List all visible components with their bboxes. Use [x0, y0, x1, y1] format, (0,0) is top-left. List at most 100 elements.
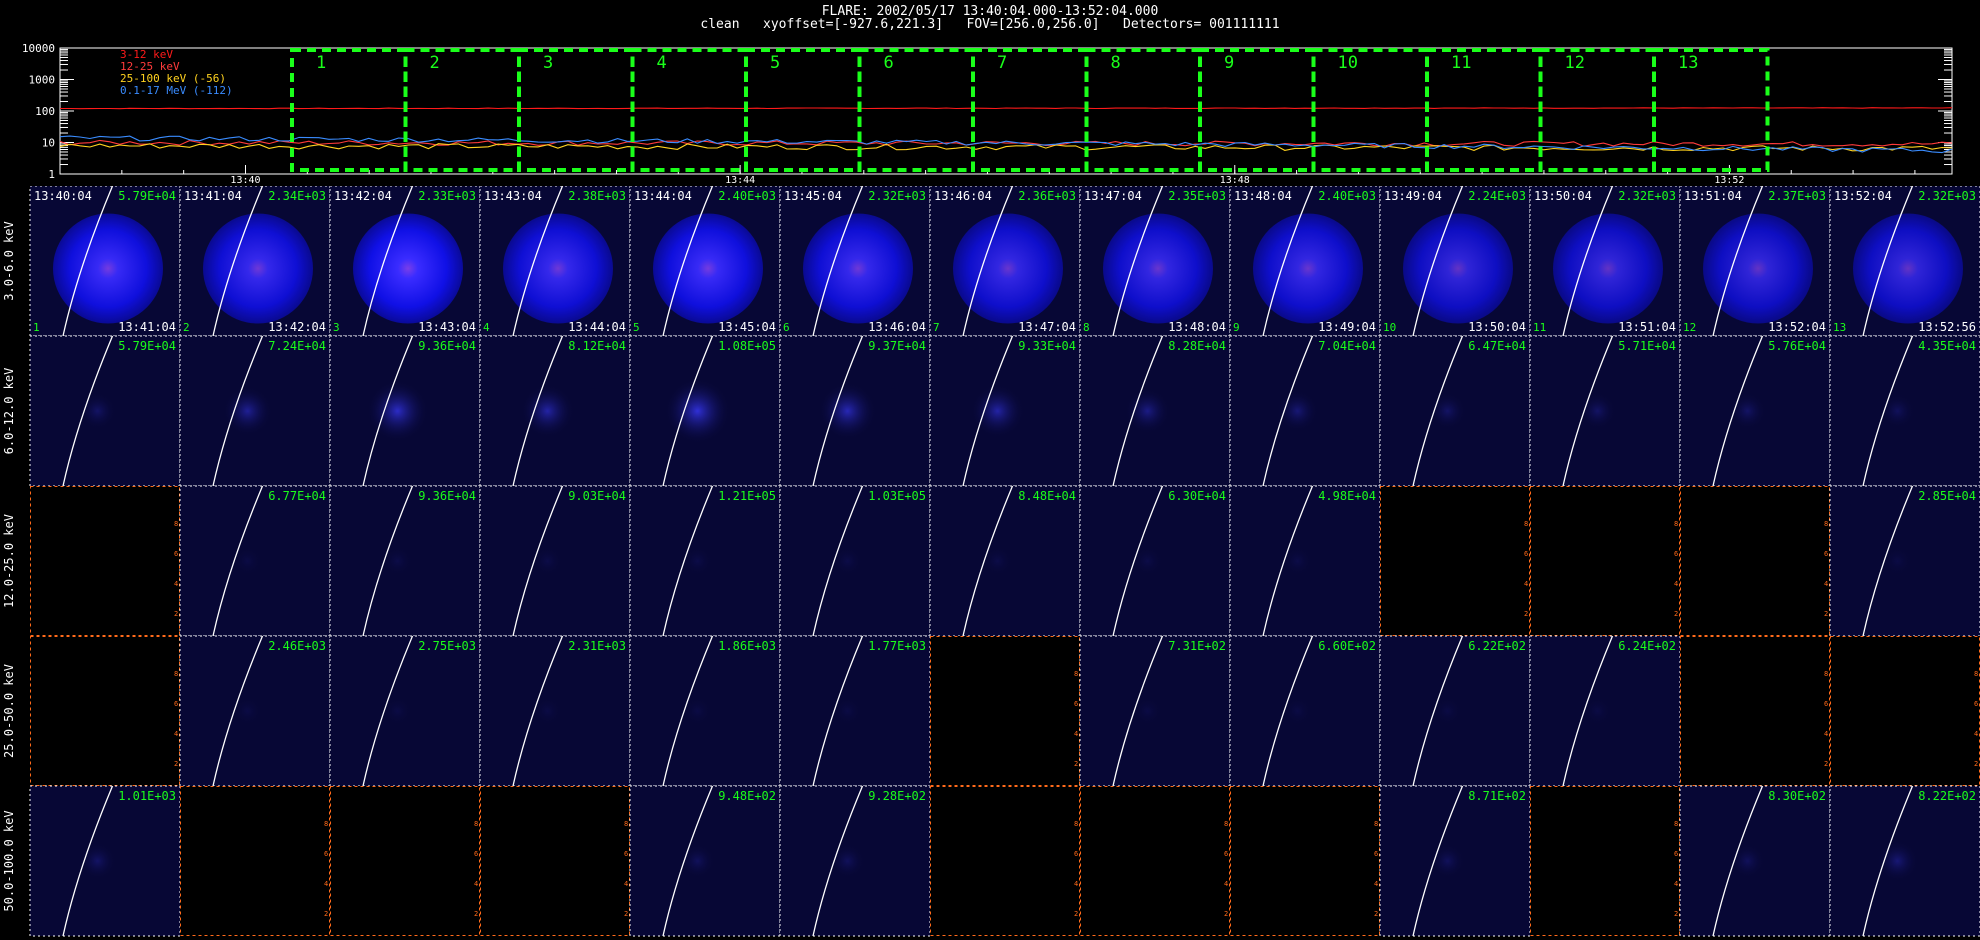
interval-index: 13: [1833, 321, 1846, 334]
interval-box: [1198, 48, 1316, 172]
peak-value: 2.85E+04: [1918, 489, 1976, 503]
start-time: 13:50:04: [1534, 189, 1592, 203]
end-time: 13:45:04: [718, 320, 776, 334]
peak-value: 5.71E+04: [1618, 339, 1676, 353]
x-tick-label: 13:40: [230, 175, 260, 184]
energy-band-label: 3.0-6.0 keV: [2, 221, 16, 300]
source-emission: [223, 387, 272, 435]
peak-value: 2.35E+03: [1168, 189, 1226, 203]
peak-value: 9.28E+02: [868, 789, 926, 803]
source-emission: [79, 843, 116, 879]
interval-box: [517, 48, 635, 172]
end-time: 13:43:04: [418, 320, 476, 334]
interval-label: 1: [316, 53, 326, 73]
peak-value: 9.36E+04: [418, 489, 476, 503]
axis-tick-label: 2: [1074, 760, 1078, 768]
axis-tick-label: 6: [1374, 850, 1378, 858]
axis-tick-label: 4: [1074, 730, 1078, 738]
axis-tick-label: 6: [324, 850, 328, 858]
peak-value: 2.75E+03: [418, 639, 476, 653]
interval-label: 10: [1338, 53, 1358, 73]
peak-value: 2.46E+03: [268, 639, 326, 653]
peak-value: 8.71E+02: [1468, 789, 1526, 803]
axis-tick-label: 6: [624, 850, 628, 858]
axis-tick-label: 2: [1824, 760, 1828, 768]
interval-label: 5: [770, 53, 780, 73]
interval-box: [1538, 48, 1656, 172]
image-cell: [480, 786, 630, 936]
peak-value: 2.33E+03: [418, 189, 476, 203]
header-params: clean xyoffset=[-927.6,221.3] FOV=[256.0…: [700, 17, 1280, 32]
end-time: 13:47:04: [1018, 320, 1076, 334]
axis-tick-label: 2: [324, 910, 328, 918]
axis-tick-label: 2: [174, 610, 178, 618]
end-time: 13:49:04: [1318, 320, 1376, 334]
peak-value: 2.31E+03: [568, 639, 626, 653]
peak-value: 2.32E+03: [1918, 189, 1976, 203]
interval-index: 3: [333, 321, 340, 334]
image-cell: [30, 486, 180, 636]
peak-value: 6.60E+02: [1318, 639, 1376, 653]
image-cell: [180, 786, 330, 936]
source-emission: [521, 385, 574, 437]
interval-box: [744, 48, 862, 172]
axis-tick-label: 6: [1824, 700, 1828, 708]
energy-band-label: 25.0-50.0 keV: [2, 664, 16, 758]
start-time: 13:46:04: [934, 189, 992, 203]
end-time: 13:42:04: [268, 320, 326, 334]
axis-tick-label: 4: [1224, 880, 1228, 888]
axis-tick-label: 4: [174, 580, 178, 588]
interval-index: 11: [1533, 321, 1546, 334]
energy-band-label: 50.0-100.0 keV: [2, 810, 16, 911]
image-cell: [330, 786, 480, 936]
end-time: 13:44:04: [568, 320, 626, 334]
interval-label: 3: [543, 53, 553, 73]
x-tick-label: 13:48: [1220, 175, 1250, 184]
interval-index: 8: [1083, 321, 1090, 334]
lightcurve-series: [60, 107, 1953, 110]
axis-tick-label: 2: [624, 910, 628, 918]
axis-tick-label: 8: [1674, 820, 1678, 828]
start-time: 13:41:04: [184, 189, 242, 203]
peak-value: 5.79E+04: [118, 189, 176, 203]
axis-tick-label: 4: [1674, 880, 1678, 888]
peak-value: 7.24E+04: [268, 339, 326, 353]
y-tick-label: 10: [42, 137, 55, 150]
end-time: 13:48:04: [1168, 320, 1226, 334]
peak-value: 2.34E+03: [268, 189, 326, 203]
y-tick-label: 1000: [29, 74, 56, 87]
source-emission: [1125, 389, 1170, 433]
interval-box: [1084, 48, 1202, 172]
start-time: 13:47:04: [1084, 189, 1142, 203]
axis-tick-label: 6: [1974, 700, 1978, 708]
axis-tick-label: 8: [1524, 520, 1528, 528]
axis-tick-label: 8: [624, 820, 628, 828]
y-tick-label: 10000: [22, 42, 55, 55]
interval-label: 7: [997, 53, 1007, 73]
interval-label: 2: [430, 53, 440, 73]
lightcurve-plot: 100001000100101 13:40 13:44 13:48 13:523-12 …: [22, 42, 1953, 184]
axis-tick-label: 4: [1974, 730, 1978, 738]
start-time: 13:48:04: [1234, 189, 1292, 203]
interval-label: 11: [1451, 53, 1471, 73]
axis-tick-label: 2: [1524, 610, 1528, 618]
peak-value: 1.03E+05: [868, 489, 926, 503]
peak-value: 2.37E+03: [1768, 189, 1826, 203]
source-emission: [830, 844, 865, 878]
interval-box: [290, 48, 408, 172]
x-tick-label: 13:52: [1714, 175, 1744, 184]
end-time: 13:41:04: [118, 320, 176, 334]
start-time: 13:52:04: [1834, 189, 1892, 203]
source-emission: [367, 381, 428, 441]
interval-box: [1652, 48, 1770, 172]
start-time: 13:43:04: [484, 189, 542, 203]
axis-tick-label: 6: [1074, 700, 1078, 708]
axis-tick-label: 4: [1824, 580, 1828, 588]
interval-label: 12: [1565, 53, 1585, 73]
source-emission: [79, 393, 116, 429]
axis-tick-label: 4: [324, 880, 328, 888]
interval-label: 4: [657, 53, 667, 73]
peak-value: 6.30E+04: [1168, 489, 1226, 503]
axis-tick-label: 6: [1524, 550, 1528, 558]
peak-value: 1.01E+03: [118, 789, 176, 803]
